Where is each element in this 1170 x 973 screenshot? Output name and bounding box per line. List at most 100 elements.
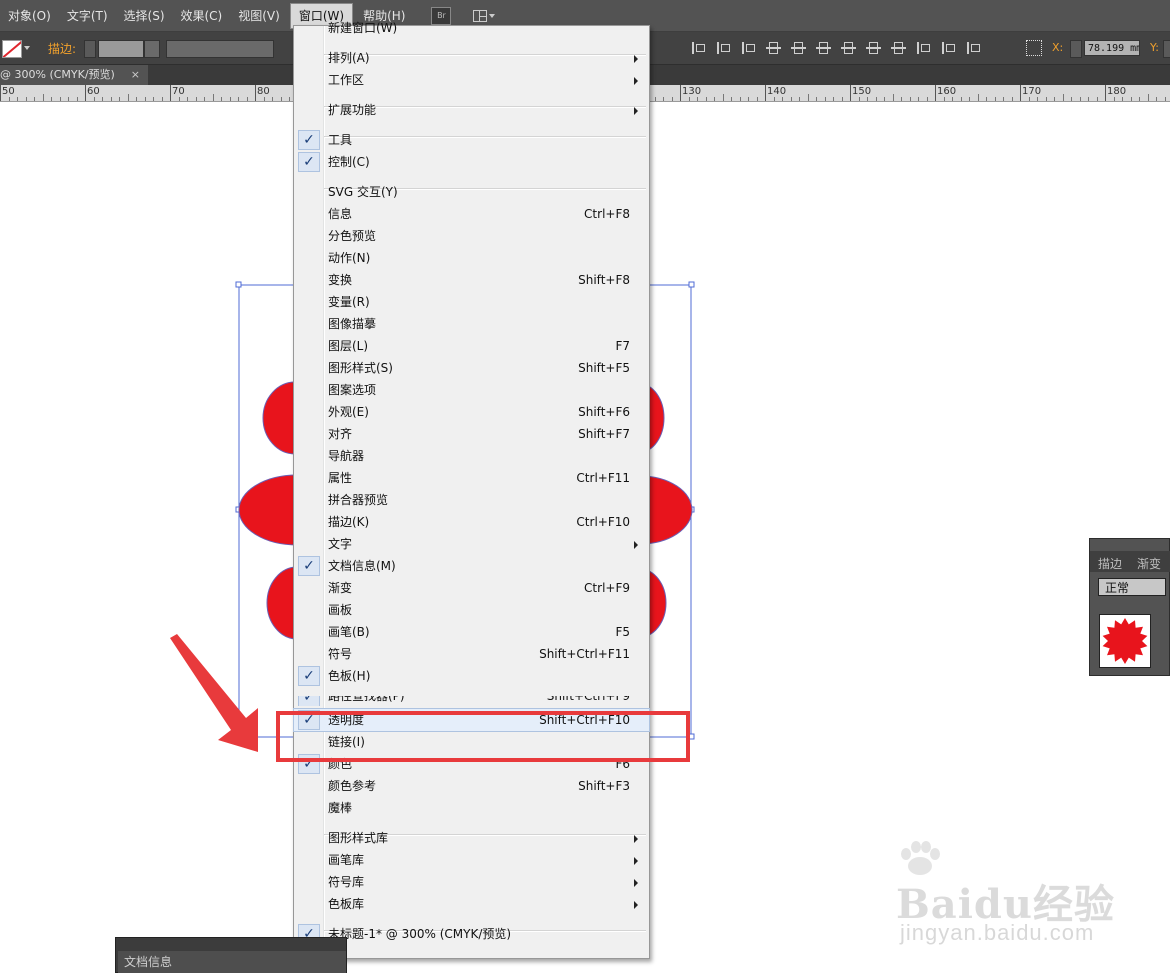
ruler-minor-tick (706, 97, 707, 101)
menu-item[interactable]: 拼合器预览 (294, 489, 649, 511)
menu-item[interactable]: 画笔(B) F5 (294, 621, 649, 643)
menu-item[interactable]: SVG 交互(Y) (294, 181, 649, 203)
menu-item[interactable]: 属性 Ctrl+F11 (294, 467, 649, 489)
submenu-arrow-icon (634, 107, 638, 115)
ruler-minor-tick (791, 97, 792, 101)
ruler-minor-tick (196, 97, 197, 101)
menu-item-label: 图案选项 (328, 383, 377, 397)
fill-dropdown[interactable] (24, 41, 34, 55)
blend-mode-select[interactable]: 正常 (1098, 578, 1166, 596)
stroke-weight-field[interactable] (98, 40, 144, 58)
menu-item[interactable]: ✓ 未标题-1* @ 300% (CMYK/预览) (294, 923, 649, 945)
fill-none-swatch[interactable] (2, 40, 22, 58)
align-top-icon[interactable] (765, 41, 782, 55)
menu-item[interactable]: 符号库 (294, 871, 649, 893)
menu-item[interactable]: 画板 (294, 599, 649, 621)
menu-item[interactable]: 变换 Shift+F8 (294, 269, 649, 291)
align-left-icon[interactable] (690, 41, 707, 55)
panel-tab-gradient[interactable]: 渐变 (1137, 555, 1161, 572)
distribute-left-icon[interactable] (915, 41, 932, 55)
menu-item[interactable]: 新建窗口(W) (294, 17, 649, 39)
menu-item[interactable]: 信息 Ctrl+F8 (294, 203, 649, 225)
ruler-minor-tick (876, 97, 877, 101)
distribute-bottom-icon[interactable] (890, 41, 907, 55)
document-tab[interactable]: @ 300% (CMYK/预览) × (0, 65, 148, 85)
stroke-weight-dropdown[interactable] (144, 40, 160, 58)
menu-item[interactable]: 描边(K) Ctrl+F10 (294, 511, 649, 533)
panel-tab-stroke[interactable]: 描边 (1098, 555, 1122, 572)
menu-item[interactable]: 画笔库 (294, 849, 649, 871)
reference-point-icon[interactable] (1026, 40, 1042, 56)
menu-item[interactable]: 导航器 (294, 445, 649, 467)
menu-item[interactable]: 文字 (294, 533, 649, 555)
object-thumbnail[interactable] (1099, 614, 1151, 668)
menu-item[interactable]: 图形样式(S) Shift+F5 (294, 357, 649, 379)
ruler-minor-tick (9, 97, 10, 101)
distribute-middle-icon[interactable] (865, 41, 882, 55)
menu-item[interactable]: 魔棒 (294, 797, 649, 819)
menu-item[interactable]: 外观(E) Shift+F6 (294, 401, 649, 423)
ruler-minor-tick (995, 97, 996, 101)
ruler-tick (765, 85, 766, 101)
menu-item[interactable]: 图案选项 (294, 379, 649, 401)
distribute-center-icon[interactable] (940, 41, 957, 55)
align-middle-icon[interactable] (790, 41, 807, 55)
menu-item[interactable]: 色板库 (294, 893, 649, 915)
menu-item[interactable]: 动作(N) (294, 247, 649, 269)
ruler-minor-tick (179, 97, 180, 101)
ruler-minor-tick (1080, 97, 1081, 101)
menu-item[interactable]: ✓ 色板(H) (294, 665, 649, 687)
menu-item[interactable]: 扩展功能 (294, 99, 649, 121)
x-position-field[interactable]: 78.199 mm (1084, 40, 1140, 56)
menu-type[interactable]: 文字(T) (59, 4, 116, 28)
menu-item[interactable]: ✓ 路径查找器(P) Shift+Ctrl+F9 (294, 696, 649, 706)
x-label: X: (1052, 41, 1064, 54)
menu-item[interactable]: 变量(R) (294, 291, 649, 313)
menu-item[interactable]: 分色预览 (294, 225, 649, 247)
menu-item[interactable]: 图形样式库 (294, 827, 649, 849)
menu-item-label: 文字 (328, 537, 353, 551)
menu-item-label: 排列(A) (328, 51, 370, 65)
menu-view[interactable]: 视图(V) (230, 4, 288, 28)
distribute-right-icon[interactable] (965, 41, 982, 55)
submenu-arrow-icon (634, 879, 638, 887)
close-icon[interactable]: × (131, 65, 140, 85)
selection-handle (235, 281, 242, 288)
menu-item[interactable]: ✓ 控制(C) (294, 151, 649, 173)
menu-item-label: 图形样式(S) (328, 361, 393, 375)
stroke-weight-stepper[interactable] (84, 40, 96, 58)
menu-select[interactable]: 选择(S) (116, 4, 173, 28)
selection-handle (688, 281, 695, 288)
ruler-minor-tick (102, 97, 103, 101)
menu-item[interactable]: ✓ 文档信息(M) (294, 555, 649, 577)
menu-item-label: 对齐 (328, 427, 353, 441)
y-stepper[interactable] (1163, 40, 1170, 58)
document-info-tab[interactable]: 文档信息 (118, 951, 346, 973)
ruler-minor-tick (816, 97, 817, 101)
align-right-icon[interactable] (740, 41, 757, 55)
menu-item[interactable]: 排列(A) (294, 47, 649, 69)
submenu-arrow-icon (634, 857, 638, 865)
menu-item-label: 信息 (328, 207, 353, 221)
checkmark-icon: ✓ (298, 696, 320, 706)
menu-item[interactable]: 符号 Shift+Ctrl+F11 (294, 643, 649, 665)
ruler-minor-tick (162, 97, 163, 101)
menu-item[interactable]: 对齐 Shift+F7 (294, 423, 649, 445)
menu-object[interactable]: 对象(O) (0, 4, 59, 28)
distribute-top-icon[interactable] (840, 41, 857, 55)
flower-thumbnail-icon (1102, 618, 1148, 664)
menu-item[interactable]: ✓ 工具 (294, 129, 649, 151)
menu-item[interactable]: 图像描摹 (294, 313, 649, 335)
menu-effect[interactable]: 效果(C) (173, 4, 231, 28)
menu-item[interactable]: 图层(L) F7 (294, 335, 649, 357)
ruler-minor-tick (884, 97, 885, 101)
brush-definition-field[interactable] (166, 40, 274, 58)
menu-item-label: 工具 (328, 133, 353, 147)
menu-item[interactable]: 渐变 Ctrl+F9 (294, 577, 649, 599)
menu-item[interactable]: 颜色参考 Shift+F3 (294, 775, 649, 797)
align-bottom-icon[interactable] (815, 41, 832, 55)
ruler-minor-tick (204, 97, 205, 101)
x-stepper[interactable] (1070, 40, 1082, 58)
menu-item[interactable]: 工作区 (294, 69, 649, 91)
align-center-icon[interactable] (715, 41, 732, 55)
